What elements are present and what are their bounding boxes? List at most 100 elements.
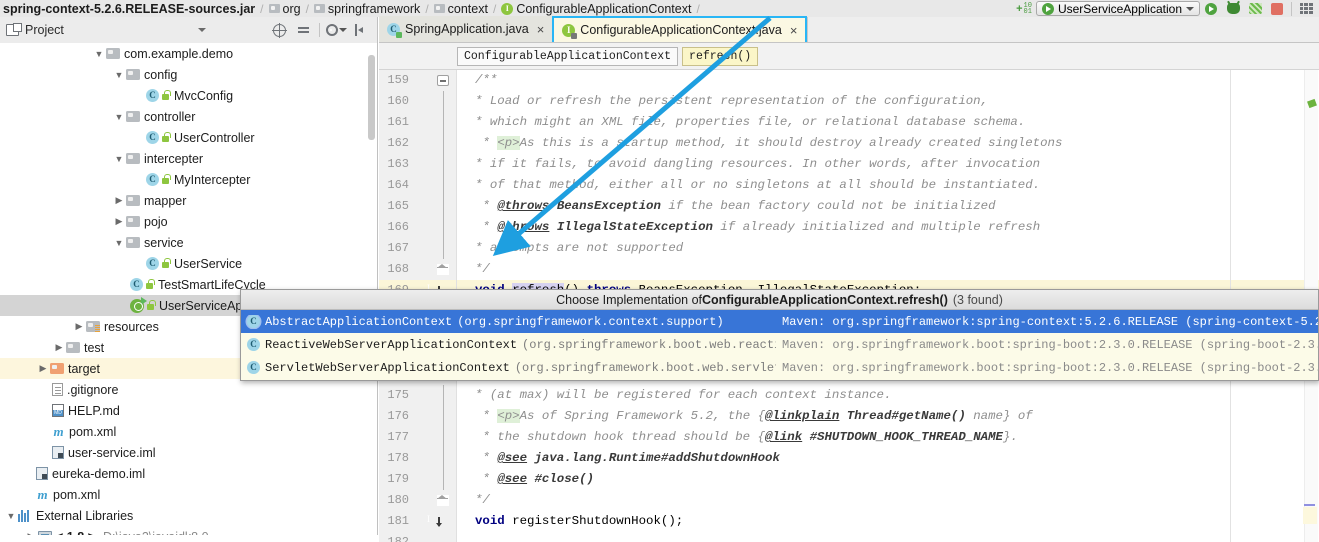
fold-start-icon[interactable] (437, 75, 449, 86)
package-icon (126, 69, 140, 80)
chevron-right-icon[interactable]: ▶ (52, 342, 66, 353)
tab-springapplication[interactable]: C SpringApplication.java × (379, 16, 553, 42)
chevron-down-icon[interactable]: ▼ (112, 112, 126, 122)
tree-item-label: mapper (144, 193, 187, 208)
code-line-text: void registerShutdownHook(); (475, 514, 683, 528)
breadcrumb-root-label: spring-context-5.2.6.RELEASE-sources.jar (3, 1, 256, 16)
popup-item-main: C ReactiveWebServerApplicationContext (o… (241, 338, 776, 352)
chevron-right-icon[interactable]: ▶ (112, 216, 126, 227)
lock-icon (161, 132, 171, 143)
popup-item-abstractapplicationcontext[interactable]: C AbstractApplicationContext (org.spring… (241, 310, 1318, 333)
tree-item-external-libraries[interactable]: ▼ External Libraries (0, 505, 377, 526)
project-toolwindow-header: Project (0, 17, 378, 43)
tree-item-pom-xml-root[interactable]: m pom.xml (0, 484, 377, 505)
chevron-right-icon[interactable]: ▶ (36, 363, 50, 374)
code-line: * which might an XML file, properties fi… (457, 112, 1319, 133)
gutter-row: 164 (379, 175, 456, 196)
tree-item-label: controller (144, 109, 196, 124)
markdown-icon (52, 404, 64, 417)
tree-item-label: MvcConfig (174, 88, 234, 103)
run-button[interactable] (1200, 0, 1222, 17)
chevron-down-icon[interactable]: ▼ (112, 70, 126, 80)
code-line: * (at max) will be registered for each c… (457, 385, 1319, 406)
chevron-down-icon[interactable]: ▼ (92, 49, 106, 59)
settings-button[interactable] (325, 22, 347, 39)
chevron-right-icon[interactable]: ▶ (72, 321, 86, 332)
chevron-down-icon[interactable]: ▼ (4, 511, 18, 521)
fold-end-icon[interactable] (437, 264, 449, 275)
code-line-text: * if it fails, to avoid dangling resourc… (475, 157, 1041, 171)
tree-item-pojo[interactable]: ▶ pojo (0, 211, 377, 232)
fold-line (442, 217, 444, 238)
add-configuration-icon[interactable]: + (1016, 3, 1023, 15)
tree-item-controller[interactable]: ▼ controller (0, 106, 377, 127)
tree-item-user-service-iml[interactable]: user-service.iml (0, 442, 377, 463)
popup-title: Choose Implementation of ConfigurableApp… (241, 290, 1318, 310)
class-icon: C (146, 131, 159, 144)
gutter-row: 180 (379, 490, 456, 511)
gutter-row: 175 (379, 385, 456, 406)
run-configuration-label: UserServiceApplication (1057, 1, 1182, 16)
tree-item-myintercepter[interactable]: C MyIntercepter (0, 169, 377, 190)
tree-item-com-example-demo[interactable]: ▼ com.example.demo (0, 43, 377, 64)
tree-item-label: External Libraries (36, 508, 134, 523)
debug-button[interactable] (1222, 0, 1244, 17)
layout-button[interactable] (1295, 0, 1317, 17)
collapse-all-button[interactable] (292, 22, 314, 39)
chevron-down-icon[interactable] (198, 28, 206, 32)
choose-implementation-popup[interactable]: Choose Implementation of ConfigurableApp… (240, 289, 1319, 381)
locate-icon (271, 22, 287, 38)
coverage-button[interactable] (1244, 0, 1266, 17)
tree-scrollbar[interactable] (368, 55, 375, 140)
line-number: 159 (387, 73, 409, 87)
tree-item-pom-xml-module[interactable]: m pom.xml (0, 421, 377, 442)
interface-icon: I (501, 2, 514, 15)
breadcrumb-method-chip[interactable]: refresh() (682, 46, 759, 66)
tab-configurableapplicationcontext[interactable]: I ConfigurableApplicationContext.java × (552, 16, 808, 42)
tree-item-label: service (144, 235, 184, 250)
breadcrumb-item-springframework[interactable]: springframework (312, 0, 422, 17)
breadcrumb-root[interactable]: spring-context-5.2.6.RELEASE-sources.jar (0, 0, 257, 17)
tree-item-label: UserService (174, 256, 243, 271)
code-line-text: * @see java.lang.Runtime#addShutdownHook (475, 451, 780, 465)
tree-item-intercepter[interactable]: ▼ intercepter (0, 148, 377, 169)
breadcrumb-item-org[interactable]: org (267, 0, 303, 17)
breadcrumb-item-configurableapplicationcontext[interactable]: I ConfigurableApplicationContext (499, 0, 693, 17)
breadcrumb-class-chip[interactable]: ConfigurableApplicationContext (457, 46, 679, 66)
gutter-row: 163 (379, 154, 456, 175)
locate-button[interactable] (268, 22, 290, 39)
tree-item-service[interactable]: ▼ service (0, 232, 377, 253)
chevron-right-icon[interactable]: ▶ (112, 195, 126, 206)
line-number: 179 (387, 472, 409, 486)
tree-item-usercontroller[interactable]: C UserController (0, 127, 377, 148)
class-icon: C (247, 338, 260, 351)
chevron-down-icon[interactable]: ▼ (112, 238, 126, 248)
gutter-row: 162 (379, 133, 456, 154)
breadcrumb-item-context[interactable]: context (432, 0, 490, 17)
tree-item-help-md[interactable]: HELP.md (0, 400, 377, 421)
tree-item-gitignore[interactable]: .gitignore (0, 379, 377, 400)
line-number: 180 (387, 493, 409, 507)
code-line-text: * (at max) will be registered for each c… (475, 388, 892, 402)
error-stripe-marker[interactable] (1307, 98, 1317, 109)
popup-item-reactivewebserverapplicationcontext[interactable]: C ReactiveWebServerApplicationContext (o… (241, 333, 1318, 356)
run-configuration-selector[interactable]: UserServiceApplication (1035, 1, 1200, 16)
stop-button[interactable] (1266, 0, 1288, 17)
fold-end-icon[interactable] (437, 495, 449, 506)
tree-item-mapper[interactable]: ▶ mapper (0, 190, 377, 211)
javadoc-link-tag: @link (765, 430, 803, 444)
javadoc-ref: #close() (534, 472, 595, 486)
tree-item-config[interactable]: ▼ config (0, 64, 377, 85)
tree-item-mvcconfig[interactable]: C MvcConfig (0, 85, 377, 106)
fold-line (442, 154, 444, 175)
tree-item-eureka-demo-iml[interactable]: eureka-demo.iml (0, 463, 377, 484)
code-line-text: * @throws IllegalStateException if alrea… (475, 220, 1041, 234)
code-line: * of that method, either all or no singl… (457, 175, 1319, 196)
close-icon[interactable]: × (787, 23, 798, 38)
chevron-down-icon[interactable]: ▼ (112, 154, 126, 164)
close-icon[interactable]: × (534, 22, 545, 37)
tree-item-userservice[interactable]: C UserService (0, 253, 377, 274)
hide-button[interactable] (349, 22, 371, 39)
method-name: registerShutdownHook (512, 514, 661, 528)
popup-item-servletwebserverapplicationcontext[interactable]: C ServletWebServerApplicationContext (or… (241, 356, 1318, 379)
